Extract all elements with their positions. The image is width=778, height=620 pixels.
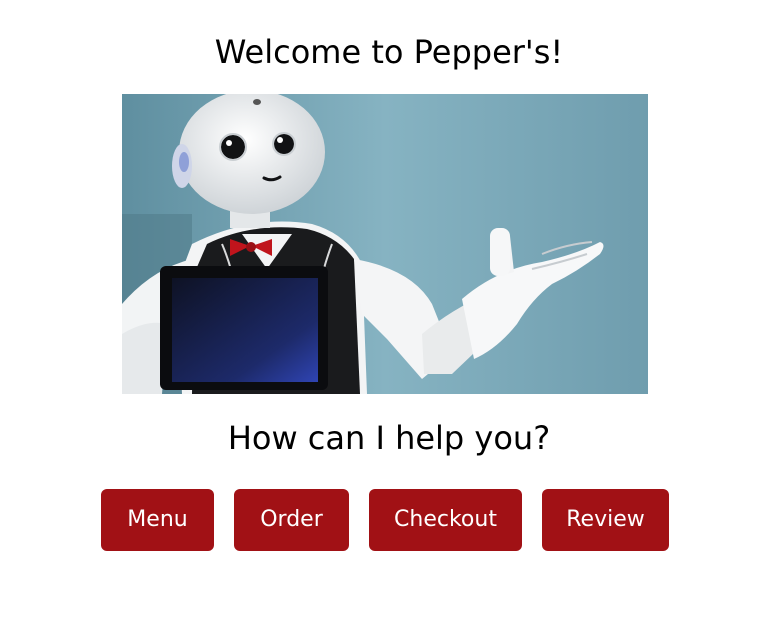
menu-button[interactable]: Menu (101, 489, 214, 551)
help-prompt: How can I help you? (227, 419, 551, 457)
order-button[interactable]: Order (234, 489, 349, 551)
review-button[interactable]: Review (542, 489, 669, 551)
pepper-robot-image (122, 94, 648, 394)
action-buttons: Menu Order Checkout Review (0, 489, 778, 551)
page-title: Welcome to Pepper's! (214, 33, 564, 71)
checkout-button[interactable]: Checkout (369, 489, 522, 551)
